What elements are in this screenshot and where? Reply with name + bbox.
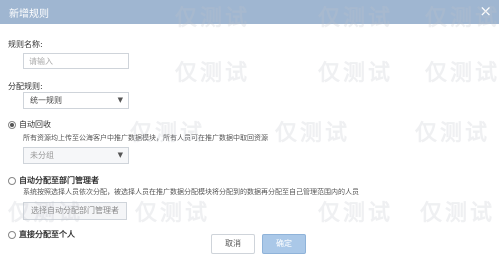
auto-assign-label: 自动分配至部门管理者 <box>19 176 99 185</box>
assign-rule-value: 统一规则 <box>30 96 62 105</box>
chevron-down-icon: ▼ <box>117 151 123 159</box>
confirm-button[interactable]: 确定 <box>262 234 306 254</box>
dialog-body: 规则名称: 请输入 分配规则: 统一规则 ▼ 自动回收 所有资源均上传至公海客户… <box>0 24 499 257</box>
assign-rule-select[interactable]: 统一规则 ▼ <box>23 92 129 109</box>
auto-recycle-desc: 所有资源均上传至公海客户中推广数据模块，所有人员可在推广数据中取回资源 <box>23 134 268 142</box>
auto-recycle-option[interactable]: 自动回收 <box>8 119 51 130</box>
auto-assign-option[interactable]: 自动分配至部门管理者 <box>8 175 99 186</box>
auto-recycle-label: 自动回收 <box>19 120 51 129</box>
direct-assign-option[interactable]: 直接分配至个人 <box>8 229 75 240</box>
auto-assign-desc: 系统按照选择人员依次分配，被选择人员在推广数据分配模块将分配到的数据再分配至自己… <box>23 188 359 196</box>
rule-name-input[interactable]: 请输入 <box>23 53 129 69</box>
group-select[interactable]: 未分组 ▼ <box>23 147 129 164</box>
dialog-titlebar: 新增规则 × <box>0 0 499 24</box>
select-dept-manager-button[interactable]: 选择自动分配部门管理者 <box>23 202 127 220</box>
dialog-title: 新增规则 <box>9 9 49 20</box>
group-select-value: 未分组 <box>30 151 54 160</box>
radio-auto-recycle[interactable] <box>8 120 16 129</box>
cancel-button[interactable]: 取消 <box>211 234 255 254</box>
assign-rule-label: 分配规则: <box>8 82 43 91</box>
close-icon[interactable]: × <box>479 2 492 20</box>
radio-auto-assign[interactable] <box>8 176 16 185</box>
radio-direct-assign[interactable] <box>8 230 16 239</box>
chevron-down-icon: ▼ <box>117 96 123 104</box>
direct-assign-label: 直接分配至个人 <box>19 230 75 239</box>
rule-name-label: 规则名称: <box>8 40 43 49</box>
